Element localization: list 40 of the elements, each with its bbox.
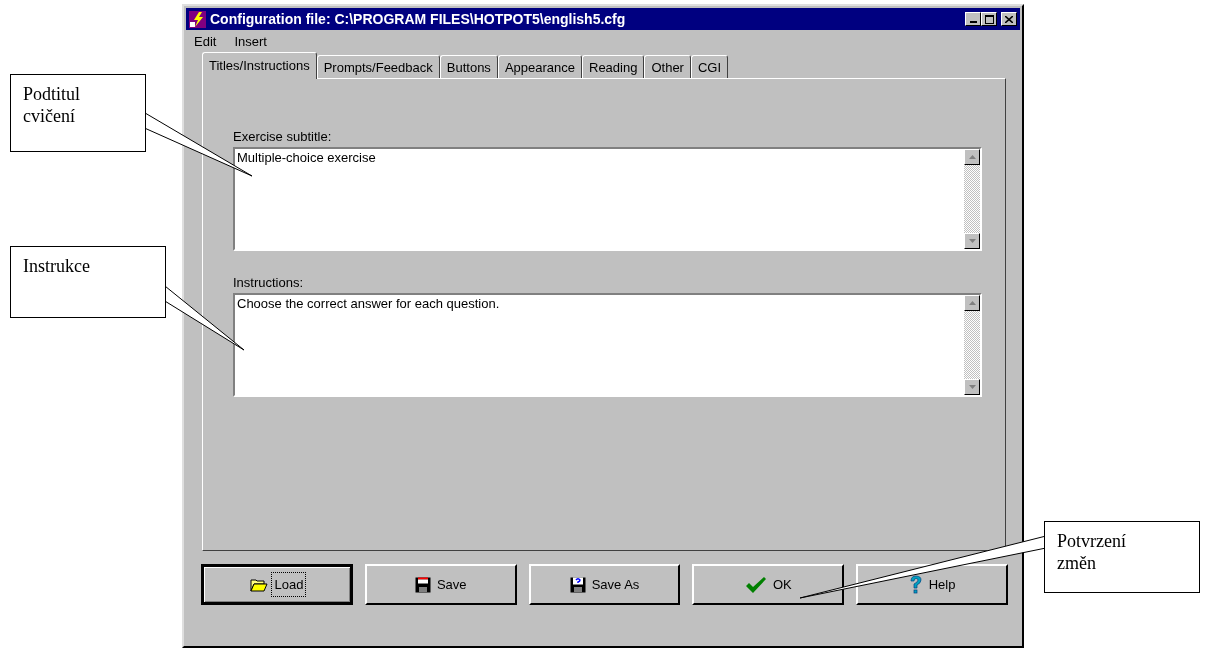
dialog-button[interactable]: Load [201,564,353,605]
tab[interactable]: Reading [582,55,645,78]
down-arrow-icon [967,383,977,391]
callout-text: Potvrzení změn [1057,530,1127,574]
window-title: Configuration file: C:\PROGRAM FILES\HOTPOT5\english5.cfg [210,9,627,29]
tab[interactable]: Buttons [439,55,498,78]
dialog-button[interactable]: Save As [528,564,681,605]
scroll-up-button[interactable] [964,295,980,311]
dialog-button[interactable]: Save [364,564,517,605]
up-arrow-icon [967,153,977,161]
field-label: Exercise subtitle: [233,128,333,146]
tab[interactable]: Appearance [497,55,582,78]
checkmark-icon [744,575,767,594]
field-label: Instructions: [233,274,305,292]
menu-item[interactable]: Edit [192,32,219,48]
tab[interactable]: CGI [690,55,729,78]
scroll-down-button[interactable] [964,379,980,395]
close-button[interactable] [1001,12,1017,26]
app-icon [189,10,206,28]
floppy-disk-question-icon [569,576,586,593]
tab[interactable]: Titles/Instructions [202,52,317,79]
up-arrow-icon [967,299,977,307]
scrollbar[interactable] [964,295,980,395]
maximize-button[interactable] [981,12,997,26]
tab[interactable]: Other [644,55,691,78]
dialog-button[interactable]: Help [856,564,1008,605]
question-mark-icon [908,574,923,595]
minimize-button[interactable] [965,12,981,26]
scroll-down-button[interactable] [964,233,980,249]
folder-icon [250,577,269,592]
scroll-up-button[interactable] [964,149,980,165]
dialog-button[interactable]: OK [692,564,845,605]
menu-item[interactable]: Insert [232,32,269,48]
close-icon [1005,15,1013,23]
scrollbar[interactable] [964,149,980,249]
maximize-icon [984,14,994,24]
callout-text: Podtitul cvičení [23,83,81,127]
tab[interactable]: Prompts/Feedback [316,55,440,78]
callout-text: Instrukce [23,255,91,277]
down-arrow-icon [967,237,977,245]
